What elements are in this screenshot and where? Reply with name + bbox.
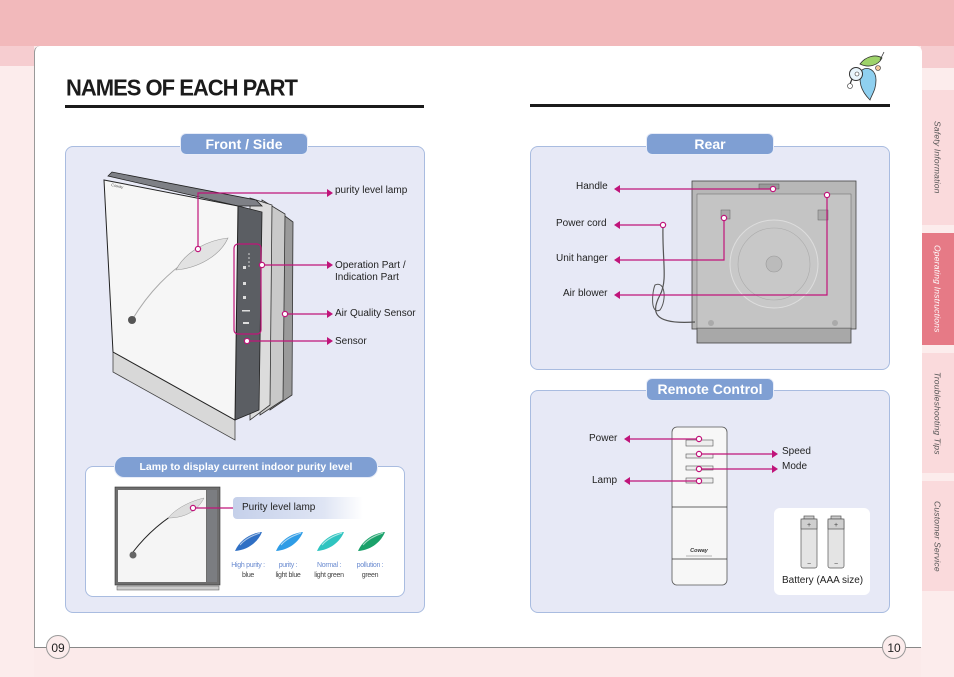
- page-number-left: 09: [46, 635, 70, 659]
- page-number-right: 10: [882, 635, 906, 659]
- battery-label: Battery (AAA size): [782, 575, 864, 586]
- svg-text:+: +: [834, 522, 838, 529]
- svg-text:+: +: [807, 522, 811, 529]
- footer-rule: [34, 647, 921, 648]
- svg-text:−: −: [834, 561, 838, 568]
- svg-text:−: −: [807, 561, 811, 568]
